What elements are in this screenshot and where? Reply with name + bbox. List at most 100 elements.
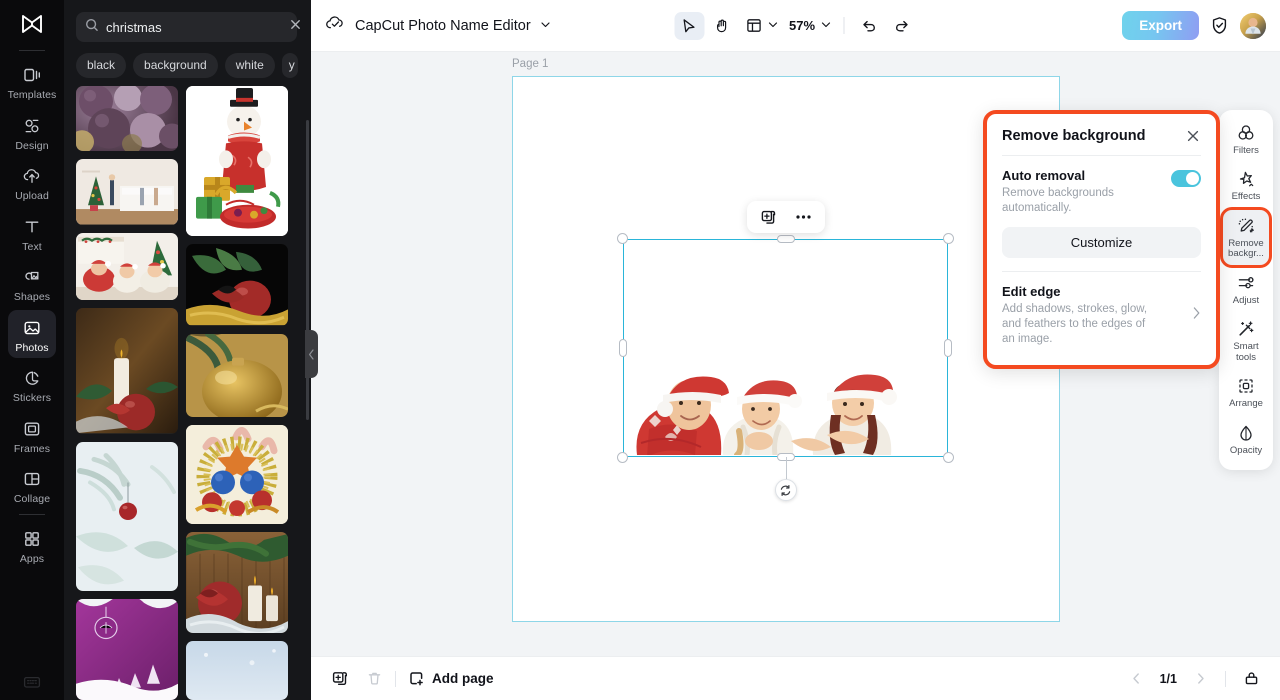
close-popover-button[interactable] (1185, 128, 1201, 144)
hand-tool-button[interactable] (707, 12, 737, 40)
resize-handle-bottom-right[interactable] (943, 452, 954, 463)
photo-tile-pale-blue[interactable] (186, 640, 288, 700)
tool-adjust[interactable]: Adjust (1223, 267, 1269, 311)
tool-effects[interactable]: Effects (1223, 163, 1269, 207)
bottom-toolbar: Add page 1/1 (311, 656, 1280, 700)
more-options-button[interactable] (790, 204, 816, 230)
shield-check-icon[interactable] (1210, 16, 1229, 35)
sidebar-item-design[interactable]: Design (8, 108, 56, 157)
photo-tile-red-bauble-tinsel[interactable] (186, 244, 288, 326)
design-icon (21, 115, 43, 137)
delete-page-button[interactable] (361, 666, 387, 692)
sidebar-item-label: Photos (15, 341, 49, 354)
resize-handle-top[interactable] (776, 235, 795, 243)
sidebar-item-shapes[interactable]: Shapes (8, 259, 56, 308)
redo-button[interactable] (887, 12, 917, 40)
clear-search-icon[interactable] (289, 18, 302, 36)
sidebar-item-label: Templates (7, 89, 57, 101)
collapse-panel-handle[interactable] (305, 330, 318, 378)
topbar-left: CapCut Photo Name Editor (325, 13, 551, 38)
upload-cloud-icon (21, 165, 43, 187)
search-box[interactable] (76, 12, 300, 42)
stickers-icon (21, 367, 43, 389)
tag-chip[interactable]: white (224, 53, 275, 78)
tag-chip[interactable]: black (76, 53, 127, 78)
zoom-selector[interactable]: 57% (783, 17, 833, 35)
tool-filters[interactable]: Filters (1223, 117, 1269, 161)
export-button[interactable]: Export (1122, 11, 1199, 40)
prev-page-button[interactable] (1124, 666, 1150, 692)
next-page-button[interactable] (1187, 666, 1213, 692)
tool-label: Opacity (1229, 444, 1263, 456)
chevron-right-icon (1197, 673, 1204, 684)
sidebar-item-text[interactable]: Text (8, 209, 56, 258)
tool-opacity[interactable]: Opacity (1223, 417, 1269, 461)
photo-tile-snowman-gifts[interactable] (186, 86, 288, 237)
capcut-logo[interactable] (0, 0, 64, 48)
undo-button[interactable] (854, 12, 884, 40)
image-selection-box[interactable] (617, 201, 954, 501)
canvas-area[interactable]: Page 1 Remove background Auto removal Re… (311, 52, 1280, 656)
sidebar-item-frames[interactable]: Frames (8, 411, 56, 460)
user-avatar[interactable] (1240, 12, 1266, 39)
rotate-stem (785, 457, 787, 479)
resize-handle-top-left[interactable] (617, 233, 628, 244)
layout-chevron-down-icon (767, 17, 778, 35)
edit-edge-section[interactable]: Edit edge Add shadows, strokes, glow, an… (987, 272, 1216, 361)
photo-tile-gold-bauble[interactable] (186, 333, 288, 417)
select-tool-button[interactable] (673, 11, 704, 40)
sidebar-item-upload[interactable]: Upload (8, 158, 56, 207)
document-title[interactable]: CapCut Photo Name Editor (355, 18, 531, 34)
photo-tile-purple-baubles[interactable] (76, 86, 178, 152)
tool-remove-background[interactable]: Remove backgr... (1220, 206, 1272, 268)
topbar-center-tools: 57% (673, 11, 917, 40)
photo-tile-purple-winter-scene[interactable] (76, 598, 178, 700)
frames-icon (21, 418, 43, 440)
tool-arrange[interactable]: Arrange (1223, 370, 1269, 414)
sidebar-item-stickers[interactable]: Stickers (8, 360, 56, 409)
photo-tile-candle-bauble[interactable] (76, 308, 178, 434)
resize-handle-right[interactable] (944, 339, 952, 357)
search-tag-chips: black background white y (64, 42, 311, 82)
tool-smart-tools[interactable]: Smart tools (1223, 313, 1269, 368)
add-page-button[interactable]: Add page (408, 670, 494, 687)
apps-grid-icon (21, 528, 43, 550)
resize-handle-top-right[interactable] (943, 233, 954, 244)
tag-chip[interactable]: background (133, 53, 218, 78)
photo-tile-snowy-fir-bauble[interactable] (76, 441, 178, 591)
sidebar-item-label: Design (15, 139, 49, 152)
resize-handle-bottom-left[interactable] (617, 452, 628, 463)
sidebar-item-templates[interactable]: Templates (8, 57, 56, 106)
rotate-handle[interactable] (774, 479, 797, 501)
duplicate-button[interactable] (755, 204, 781, 230)
layout-selector[interactable] (740, 12, 780, 40)
add-square-icon (408, 670, 425, 687)
photo-tile-candles-wood[interactable] (186, 531, 288, 633)
edit-edge-chevron-right-icon[interactable] (1192, 306, 1201, 325)
document-title-chevron-down-icon[interactable] (540, 17, 551, 35)
keyboard-shortcuts-button[interactable] (0, 674, 64, 690)
edit-edge-title: Edit edge (1002, 283, 1061, 299)
chevron-left-icon (1133, 673, 1140, 684)
duplicate-page-button[interactable] (327, 666, 353, 692)
remove-background-popover: Remove background Auto removal Remove ba… (983, 110, 1220, 369)
popover-title: Remove background (1002, 128, 1146, 144)
auto-removal-toggle[interactable] (1171, 170, 1201, 187)
photo-grid-column-left (76, 86, 178, 700)
sidebar-item-photos[interactable]: Photos (8, 309, 56, 358)
capcut-logo-icon (22, 15, 42, 33)
photo-tile-blue-ornament-wreath[interactable] (186, 424, 288, 524)
opacity-drop-icon (1236, 423, 1256, 443)
search-input[interactable] (106, 19, 282, 35)
sidebar-item-apps[interactable]: Apps (8, 521, 56, 570)
customize-button[interactable]: Customize (1002, 226, 1201, 258)
photo-tile-family-santa-hats[interactable] (76, 232, 178, 301)
tag-chip[interactable]: y (281, 53, 298, 78)
photo-tile-living-room-tree[interactable] (76, 159, 178, 225)
pages-panel-button[interactable] (1238, 666, 1264, 692)
resize-handle-left[interactable] (619, 339, 627, 357)
sidebar-item-collage[interactable]: Collage (8, 461, 56, 510)
adjust-sliders-icon (1236, 273, 1256, 293)
bottombar-divider-2 (1225, 670, 1226, 687)
cloud-check-icon[interactable] (325, 13, 346, 38)
